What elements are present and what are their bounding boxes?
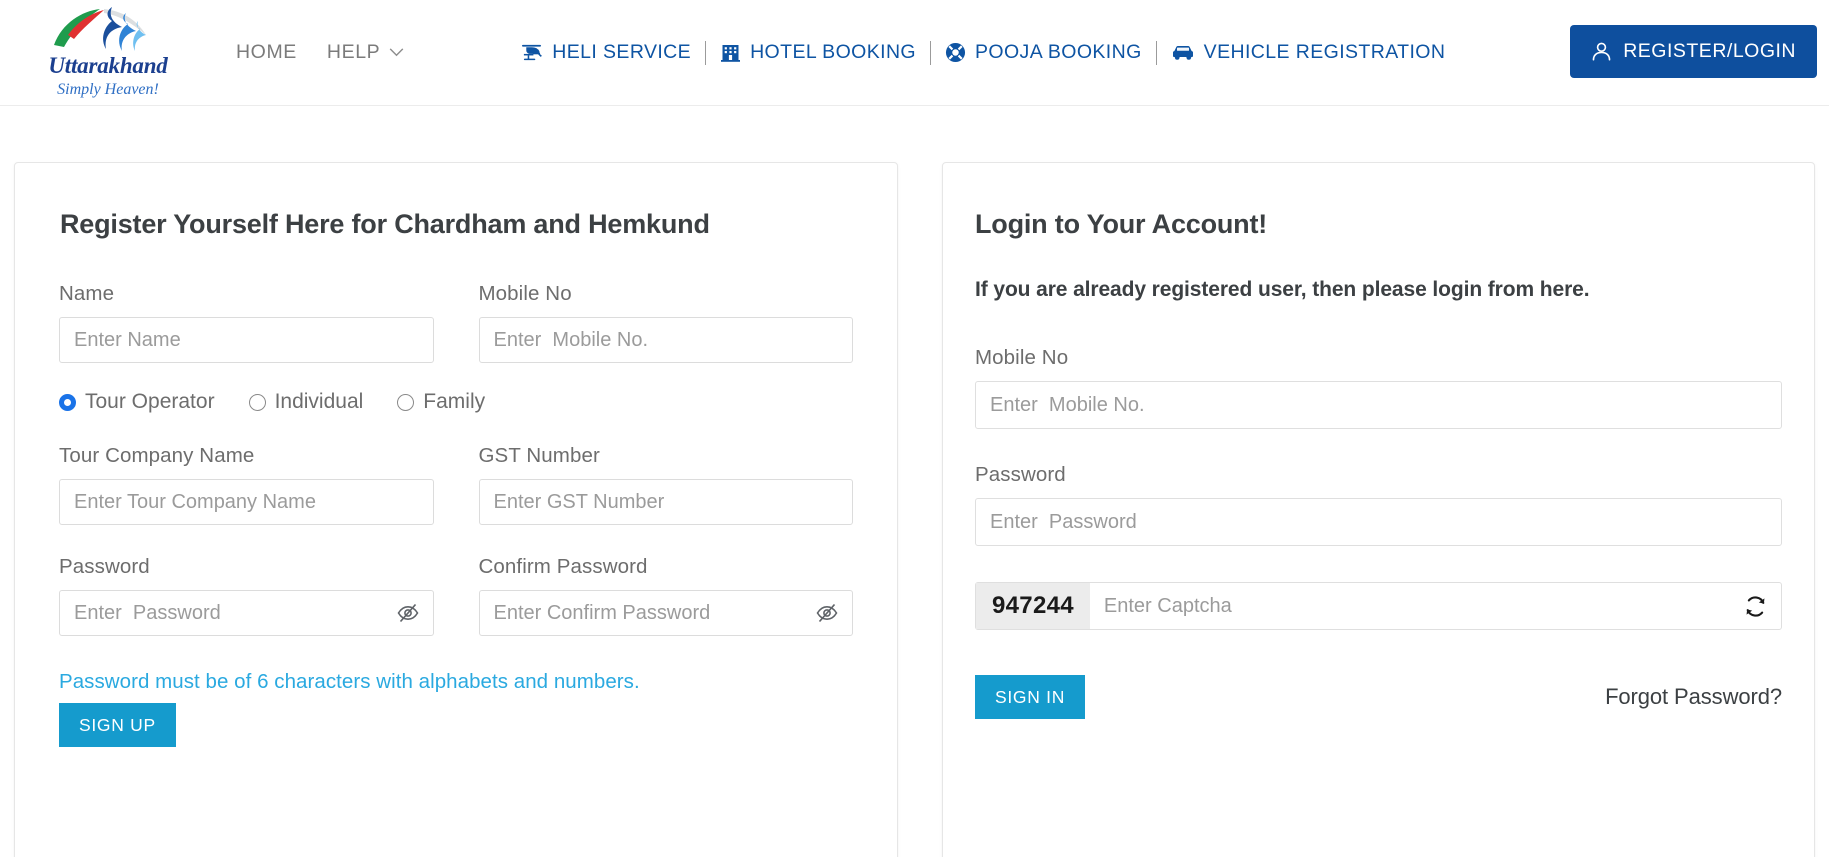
register-login-button[interactable]: REGISTER/LOGIN [1570, 25, 1817, 78]
register-panel-title: Register Yourself Here for Chardham and … [60, 209, 710, 239]
password-visibility-toggle[interactable] [394, 599, 422, 627]
password-label: Password [59, 555, 150, 578]
company-field-group: Tour Company Name [59, 444, 434, 525]
user-icon [1592, 42, 1611, 61]
gst-input[interactable] [478, 479, 853, 525]
login-panel-title: Login to Your Account! [975, 209, 1268, 239]
confirm-password-field-group: Confirm Password [478, 555, 853, 636]
login-password-input[interactable] [975, 498, 1782, 546]
register-row-passwords: Password Confirm Password [47, 555, 865, 636]
nav-item-home[interactable]: HOME [236, 41, 297, 64]
password-field-group: Password [59, 555, 434, 636]
mobile-field-group: Mobile No [478, 282, 853, 363]
mobile-input[interactable] [478, 317, 853, 363]
login-password-label: Password [975, 463, 1066, 486]
site-header: Uttarakhand Simply Heaven! HOME HELP HEL… [0, 0, 1829, 106]
radio-individual-dot[interactable] [248, 393, 266, 411]
primary-nav: HOME HELP [236, 41, 404, 64]
user-type-radio-group: Tour Operator Individual Family [47, 390, 865, 414]
captcha-row: 947244 [975, 582, 1782, 630]
register-panel: Register Yourself Here for Chardham and … [14, 162, 898, 857]
radio-tour-operator-dot[interactable] [59, 393, 76, 411]
secondary-nav: HELI SERVICE HOTEL BOOKING POOJA BOOKING… [506, 40, 1460, 65]
sign-up-button[interactable]: SIGN UP [59, 703, 176, 747]
nav-item-help[interactable]: HELP [327, 41, 404, 64]
nav-item-pooja-booking-label: POOJA BOOKING [975, 41, 1142, 63]
password-hint: Password must be of 6 characters with al… [59, 670, 640, 693]
gst-field-group: GST Number [478, 444, 853, 525]
refresh-icon [1746, 595, 1764, 617]
password-input[interactable] [59, 590, 434, 636]
confirm-password-label: Confirm Password [478, 555, 648, 578]
logo-name: Uttarakhand [48, 53, 168, 79]
register-login-button-label: REGISTER/LOGIN [1623, 40, 1796, 62]
name-label: Name [59, 282, 115, 305]
mobile-label: Mobile No [478, 282, 572, 305]
site-logo[interactable]: Uttarakhand Simply Heaven! [18, 5, 198, 99]
radio-individual[interactable]: Individual [248, 390, 364, 414]
radio-family-label: Family [423, 390, 486, 413]
nav-item-hotel-booking[interactable]: HOTEL BOOKING [706, 41, 930, 64]
gst-label: GST Number [478, 444, 600, 467]
radio-tour-operator-label: Tour Operator [85, 390, 215, 413]
eye-slash-icon [397, 603, 418, 623]
page-body: Register Yourself Here for Chardham and … [0, 106, 1829, 857]
nav-item-vehicle-registration[interactable]: VEHICLE REGISTRATION [1157, 41, 1460, 64]
register-row-company-gst: Tour Company Name GST Number [47, 444, 865, 525]
captcha-code: 947244 [976, 583, 1090, 629]
nav-item-hotel-booking-label: HOTEL BOOKING [750, 41, 917, 63]
radio-tour-operator[interactable]: Tour Operator [59, 390, 215, 414]
radio-family-dot[interactable] [397, 393, 415, 411]
login-panel-subtitle: If you are already registered user, then… [975, 278, 1590, 301]
sign-in-button[interactable]: SIGN IN [975, 675, 1086, 719]
pooja-wheel-icon [945, 42, 966, 63]
company-label: Tour Company Name [59, 444, 255, 467]
radio-individual-label: Individual [274, 390, 364, 413]
nav-item-vehicle-registration-label: VEHICLE REGISTRATION [1203, 41, 1446, 63]
uttarakhand-tourism-logo-icon [54, 7, 146, 52]
captcha-refresh-button[interactable] [1729, 583, 1781, 629]
forgot-password-link[interactable]: Forgot Password? [1605, 684, 1782, 710]
cards-container: Register Yourself Here for Chardham and … [0, 162, 1829, 857]
confirm-password-input[interactable] [478, 590, 853, 636]
nav-item-heli-service-label: HELI SERVICE [552, 41, 692, 63]
car-icon [1172, 46, 1193, 60]
login-mobile-label: Mobile No [975, 346, 1069, 369]
login-panel: Login to Your Account! If you are alread… [942, 162, 1815, 857]
register-row-name-mobile: Name Mobile No [47, 282, 865, 363]
name-input[interactable] [59, 317, 434, 363]
nav-item-help-label: HELP [326, 41, 381, 63]
login-password-field-group: Password [975, 463, 1782, 546]
company-input[interactable] [59, 479, 434, 525]
captcha-input[interactable] [1089, 583, 1729, 629]
login-actions: SIGN IN Forgot Password? [975, 675, 1782, 719]
logo-tagline: Simply Heaven! [57, 81, 159, 99]
chevron-down-icon [389, 48, 404, 57]
name-field-group: Name [59, 282, 434, 363]
hotel-icon [721, 44, 741, 62]
login-mobile-field-group: Mobile No [975, 346, 1782, 429]
nav-item-heli-service[interactable]: HELI SERVICE [506, 41, 705, 64]
eye-slash-icon [816, 603, 838, 623]
confirm-password-visibility-toggle[interactable] [813, 599, 841, 627]
nav-item-pooja-booking[interactable]: POOJA BOOKING [931, 41, 1156, 64]
nav-item-home-label: HOME [236, 41, 297, 63]
login-mobile-input[interactable] [975, 381, 1782, 429]
radio-family[interactable]: Family [397, 390, 485, 414]
helicopter-icon [522, 44, 543, 61]
